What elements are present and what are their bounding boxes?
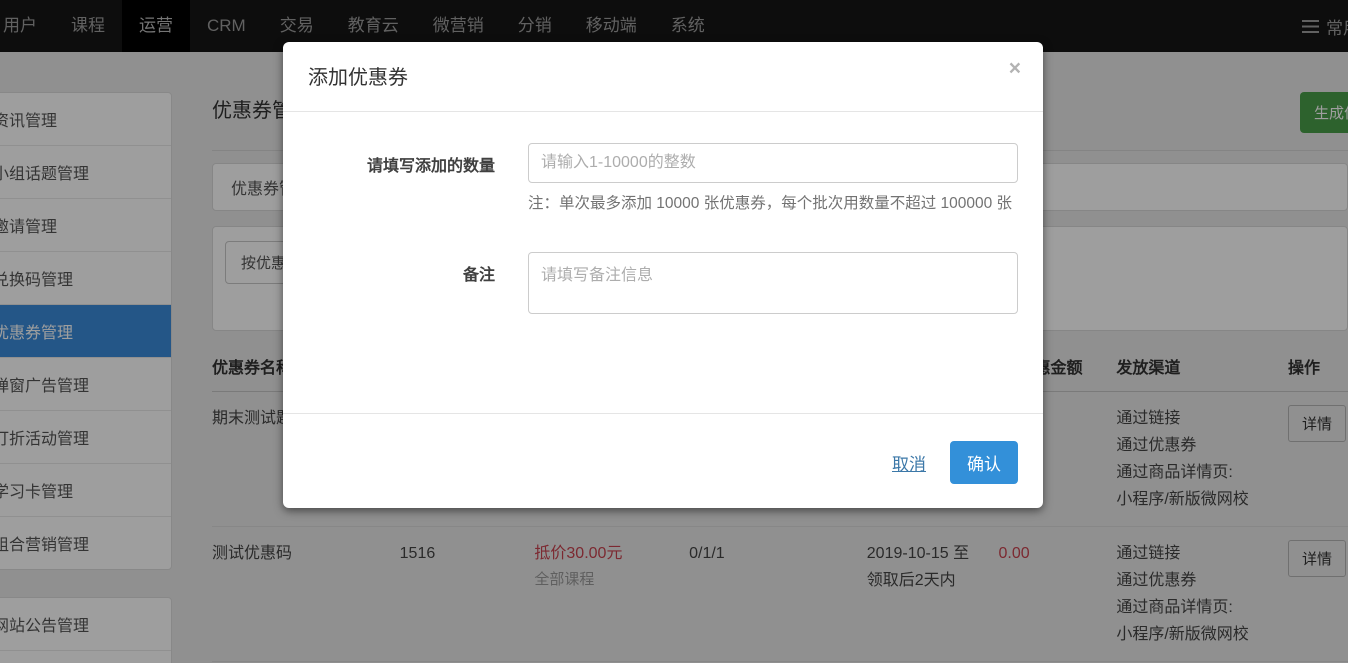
cancel-button[interactable]: 取消 bbox=[892, 450, 926, 475]
modal-footer: 取消 确认 bbox=[283, 413, 1043, 508]
quantity-form-row: 请填写添加的数量 注：单次最多添加 10000 张优惠券，每个批次用数量不超过 … bbox=[308, 143, 1018, 216]
modal-body: 请填写添加的数量 注：单次最多添加 10000 张优惠券，每个批次用数量不超过 … bbox=[283, 112, 1043, 413]
confirm-button[interactable]: 确认 bbox=[950, 441, 1018, 484]
add-coupon-modal: 添加优惠券 × 请填写添加的数量 注：单次最多添加 10000 张优惠券，每个批… bbox=[283, 42, 1043, 508]
quantity-label: 请填写添加的数量 bbox=[308, 143, 528, 216]
modal-header: 添加优惠券 × bbox=[283, 42, 1043, 112]
quantity-input[interactable] bbox=[528, 143, 1018, 183]
remark-form-row: 备注 bbox=[308, 252, 1018, 319]
remark-textarea[interactable] bbox=[528, 252, 1018, 314]
modal-title: 添加优惠券 bbox=[308, 67, 408, 89]
quantity-note: 注：单次最多添加 10000 张优惠券，每个批次用数量不超过 100000 张 bbox=[528, 192, 1018, 216]
close-icon[interactable]: × bbox=[1009, 58, 1021, 79]
remark-label: 备注 bbox=[308, 252, 528, 319]
